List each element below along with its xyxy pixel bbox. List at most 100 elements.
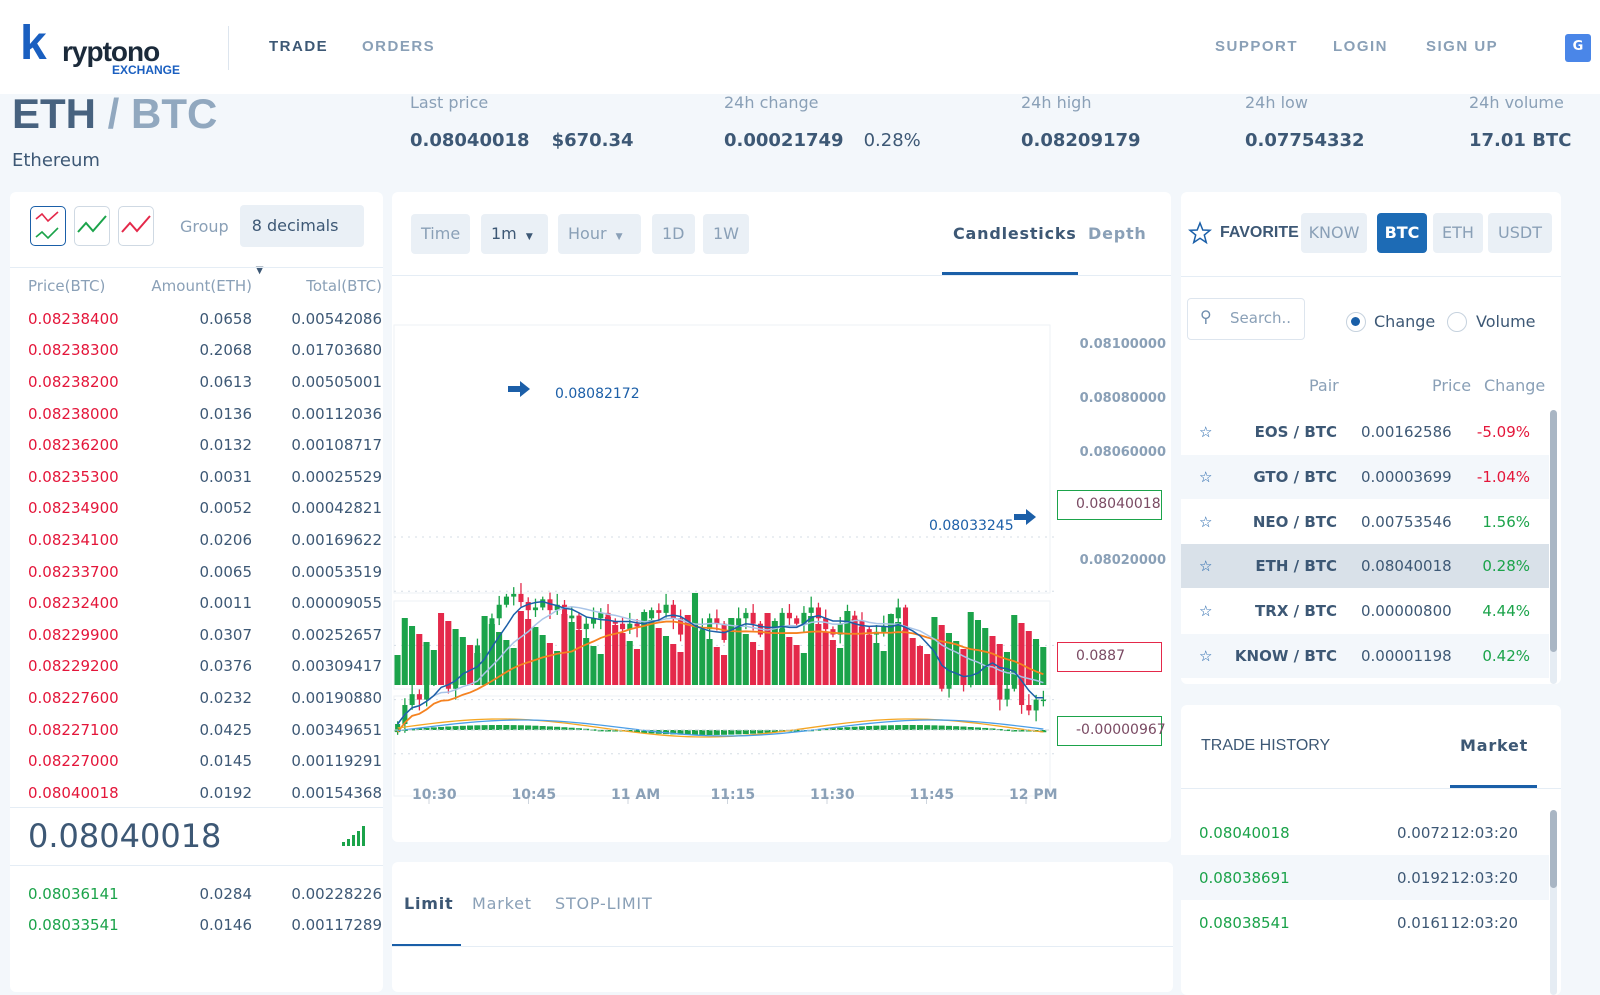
- market-row[interactable]: ☆ GTO / BTC 0.00003699 -1.04%: [1181, 454, 1549, 499]
- col-price: Price: [1432, 376, 1472, 395]
- star-icon[interactable]: ☆: [1199, 647, 1212, 665]
- nav-login[interactable]: LOGIN: [1333, 38, 1388, 55]
- market-row[interactable]: ☆ TRX / BTC 0.00000800 4.44%: [1181, 589, 1549, 634]
- order-amount: 0.0052: [199, 499, 253, 518]
- star-icon[interactable]: ☆: [1199, 423, 1212, 441]
- bid-row[interactable]: 0.08033541 0.0146 0.00117289: [10, 910, 382, 942]
- ask-row[interactable]: 0.08232400 0.0011 0.00009055: [10, 587, 382, 619]
- market-price: 0.00162586: [1361, 423, 1452, 441]
- volume-bar: [546, 643, 553, 685]
- volume-bar: [670, 644, 677, 685]
- y-tick-label: 0.08100000: [1079, 337, 1166, 352]
- market-pair: EOS / BTC: [1254, 423, 1337, 441]
- candle: [620, 623, 626, 630]
- macd-bar: [481, 725, 488, 730]
- order-amount: 0.0206: [199, 530, 253, 549]
- ask-row[interactable]: 0.08238200 0.0613 0.00505001: [10, 366, 382, 398]
- price-chart[interactable]: [392, 276, 1171, 842]
- tab-limit[interactable]: Limit: [404, 894, 453, 913]
- ask-row[interactable]: 0.08229200 0.0376 0.00309417: [10, 651, 382, 683]
- view-both-icon[interactable]: [30, 206, 66, 246]
- ask-row[interactable]: 0.08227000 0.0145 0.00119291: [10, 745, 382, 777]
- nav-signup[interactable]: SIGN UP: [1426, 38, 1498, 55]
- market-tab-btc[interactable]: BTC: [1377, 213, 1427, 253]
- order-amount: 0.0425: [199, 720, 253, 739]
- history-scrollbar[interactable]: [1550, 810, 1557, 995]
- nav-trade[interactable]: TRADE: [269, 38, 328, 55]
- hour-select[interactable]: Hour ▼: [558, 214, 641, 254]
- tab-market-history[interactable]: Market: [1460, 736, 1528, 755]
- view-bids-icon[interactable]: [74, 206, 110, 246]
- star-icon[interactable]: ☆: [1199, 468, 1212, 486]
- nav-support[interactable]: SUPPORT: [1215, 38, 1298, 55]
- volume-bar: [648, 620, 655, 685]
- tab-candlesticks[interactable]: Candlesticks: [953, 224, 1077, 243]
- star-icon[interactable]: ☆: [1199, 557, 1212, 575]
- interval-select[interactable]: 1m ▼: [481, 214, 548, 254]
- trade-price: 0.08038541: [1199, 913, 1290, 932]
- time-button[interactable]: Time: [411, 214, 471, 254]
- star-icon[interactable]: ☆: [1199, 513, 1212, 531]
- candle: [1040, 699, 1046, 702]
- favorite-label[interactable]: FAVORITE: [1220, 224, 1299, 242]
- macd-bar: [735, 730, 742, 735]
- group-select[interactable]: 8 decimals ▼: [239, 205, 364, 276]
- ask-row[interactable]: 0.08234900 0.0052 0.00042821: [10, 493, 382, 525]
- macd-bar: [750, 730, 757, 734]
- radio-change[interactable]: [1346, 312, 1366, 332]
- stat-label: 24h volume: [1469, 93, 1564, 112]
- macd-bar: [445, 726, 452, 730]
- market-row[interactable]: ☆ KNOW / BTC 0.00001198 0.42%: [1181, 634, 1549, 678]
- market-row[interactable]: ☆ ETH / BTC 0.08040018 0.28%: [1181, 544, 1549, 589]
- ask-row[interactable]: 0.08227100 0.0425 0.00349651: [10, 714, 382, 746]
- y-tick-label: 0.08060000: [1079, 445, 1166, 460]
- market-pair: GTO / BTC: [1253, 467, 1337, 486]
- ask-row[interactable]: 0.08238400 0.0658 0.00542086: [10, 303, 382, 335]
- ask-row[interactable]: 0.08229900 0.0307 0.00252657: [10, 619, 382, 651]
- market-tab-usdt[interactable]: USDT: [1488, 213, 1552, 253]
- market-row[interactable]: ☆ EOS / BTC 0.00162586 -5.09%: [1181, 410, 1549, 454]
- search-input[interactable]: ⚲ Search..: [1187, 298, 1305, 340]
- market-scrollbar[interactable]: [1550, 410, 1557, 684]
- candle: [518, 593, 524, 603]
- ask-row[interactable]: 0.08040018 0.0192 0.00154368: [10, 777, 382, 809]
- ask-row[interactable]: 0.08227600 0.0232 0.00190880: [10, 682, 382, 714]
- macd-bar: [706, 730, 713, 735]
- ask-row[interactable]: 0.08238300 0.2068 0.01703680: [10, 335, 382, 367]
- volume-bar: [488, 624, 495, 685]
- tab-depth[interactable]: Depth: [1088, 224, 1147, 243]
- star-icon[interactable]: ☆: [1199, 602, 1212, 620]
- ask-row[interactable]: 0.08238000 0.0136 0.00112036: [10, 398, 382, 430]
- ask-row[interactable]: 0.08235300 0.0031 0.00025529: [10, 461, 382, 493]
- translate-icon[interactable]: G: [1565, 34, 1591, 62]
- 1d-button[interactable]: 1D: [652, 214, 695, 254]
- order-total: 0.00309417: [291, 657, 382, 676]
- order-total: 0.00009055: [291, 594, 382, 613]
- 1w-button[interactable]: 1W: [703, 214, 749, 254]
- tab-stop-limit[interactable]: STOP-LIMIT: [555, 894, 653, 913]
- candle: [1026, 705, 1032, 711]
- volume-bar: [873, 643, 880, 685]
- stat-usd-value: $670.34: [551, 130, 634, 151]
- radio-volume[interactable]: [1447, 312, 1467, 332]
- order-price: 0.08227100: [28, 720, 119, 739]
- tab-market[interactable]: Market: [472, 894, 532, 913]
- volume-bar: [808, 616, 815, 685]
- market-row[interactable]: ☆ NEO / BTC 0.00753546 1.56%: [1181, 499, 1549, 544]
- trade-row: 0.08038541 0.0161 12:03:20: [1181, 900, 1549, 945]
- bid-row[interactable]: 0.08036141 0.0284 0.00228226: [10, 878, 382, 910]
- ask-row[interactable]: 0.08236200 0.0132 0.00108717: [10, 429, 382, 461]
- view-asks-icon[interactable]: [118, 206, 154, 246]
- ask-row[interactable]: 0.08233700 0.0065 0.00053519: [10, 556, 382, 588]
- volume-bar: [467, 645, 474, 685]
- ask-row[interactable]: 0.08234100 0.0206 0.00169622: [10, 524, 382, 556]
- volume-bar: [699, 631, 706, 685]
- logo[interactable]: k ryptono EXCHANGE: [20, 16, 190, 78]
- star-icon[interactable]: [1188, 221, 1212, 245]
- order-total: 0.00228226: [291, 884, 382, 903]
- trade-amount: 0.0192: [1397, 868, 1450, 887]
- volume-bar: [445, 621, 452, 685]
- market-tab-eth[interactable]: ETH: [1433, 213, 1483, 253]
- market-tab-know[interactable]: KNOW: [1301, 213, 1367, 253]
- nav-orders[interactable]: ORDERS: [362, 38, 435, 55]
